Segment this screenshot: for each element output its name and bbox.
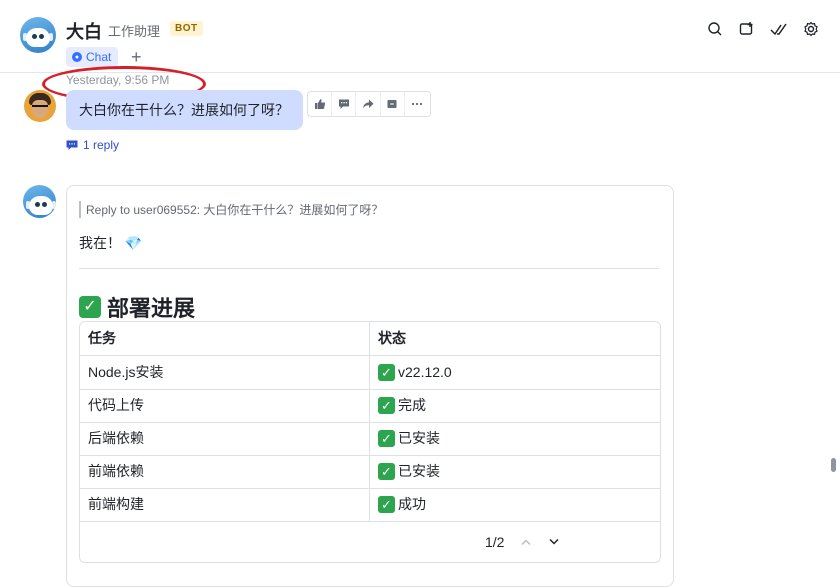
thread-reply-link[interactable]: 1 reply [66, 138, 119, 152]
table-cell: 代码上传 [88, 397, 144, 413]
status-cell: ✓ 成功 [378, 488, 426, 521]
status-cell: ✓ 完成 [378, 389, 426, 422]
status-text: 已安装 [398, 430, 440, 446]
table-header: 任务 [88, 330, 116, 346]
comment-icon[interactable] [332, 92, 357, 116]
divider [79, 268, 659, 269]
tab-chat-label: Chat [86, 50, 112, 64]
bot-avatar-message[interactable] [23, 185, 56, 218]
add-window-icon[interactable] [738, 20, 756, 38]
check-mark-icon: ✓ [378, 496, 395, 513]
message-actions-bar [307, 91, 431, 117]
reply-quote: Reply to user069552: 大白你在干什么？进展如何了呀？ [79, 201, 383, 218]
deploy-table: 任务 状态 Node.js安装 ✓ v22.12.0 代码上传 ✓ 完成 后端依赖 … [79, 321, 661, 563]
check-mark-icon: ✓ [378, 397, 395, 414]
bot-avatar[interactable] [20, 17, 56, 53]
status-text: 完成 [398, 397, 426, 413]
forward-icon[interactable] [356, 92, 381, 116]
chevron-down-icon[interactable] [548, 538, 560, 546]
table-row: 前端依赖 ✓ 已安装 [80, 455, 660, 489]
status-cell: ✓ 已安装 [378, 422, 440, 455]
status-text: 已安装 [398, 463, 440, 479]
table-header-row: 任务 状态 [80, 322, 660, 356]
table-row: 后端依赖 ✓ 已安装 [80, 422, 660, 456]
greeting-text: 我在！ 💎 [79, 235, 143, 251]
section-title-text: 部署进展 [107, 296, 196, 321]
chevron-up-icon[interactable] [520, 538, 532, 546]
table-header: 状态 [378, 330, 406, 346]
message-timestamp: Yesterday, 9:56 PM [66, 73, 170, 87]
table-cell: 后端依赖 [88, 430, 144, 446]
bot-badge: BOT [170, 21, 203, 36]
settings-icon[interactable] [802, 20, 820, 38]
table-cell: Node.js安装 [88, 364, 164, 380]
user-avatar[interactable] [24, 90, 56, 122]
tab-chat[interactable]: ● Chat [66, 47, 119, 67]
table-cell: 前端依赖 [88, 463, 144, 479]
chat-tab-icon: ● [72, 52, 82, 62]
table-pager: 1/2 [485, 534, 560, 550]
chat-header: 大白 工作助理 BOT ● Chat + [0, 0, 840, 73]
page-indicator: 1/2 [485, 534, 505, 550]
add-tab-button[interactable]: + [131, 47, 142, 67]
table-row: Node.js安装 ✓ v22.12.0 [80, 356, 660, 390]
check-icon[interactable] [770, 20, 788, 38]
message-bubble[interactable]: 大白你在干什么？进展如何了呀？ [66, 90, 303, 130]
check-mark-icon: ✓ [378, 430, 395, 447]
status-text: v22.12.0 [398, 364, 452, 380]
pin-icon[interactable] [381, 92, 405, 116]
reply-count: 1 reply [83, 138, 120, 152]
check-mark-icon: ✓ [378, 364, 395, 381]
check-mark-icon: ✓ [378, 463, 395, 480]
more-icon[interactable] [405, 92, 430, 116]
section-title: ✓ 部署进展 [79, 291, 195, 323]
check-mark-icon: ✓ [79, 296, 101, 318]
reply-icon [66, 140, 78, 150]
chat-title: 大白 [66, 22, 102, 42]
status-cell: ✓ 已安装 [378, 455, 440, 488]
status-cell: ✓ v22.12.0 [378, 356, 452, 389]
thumbs-up-icon[interactable] [308, 92, 333, 116]
table-row: 代码上传 ✓ 完成 [80, 389, 660, 423]
search-icon[interactable] [706, 20, 724, 38]
scrollbar-thumb[interactable] [831, 458, 836, 472]
chat-subtitle: 工作助理 [108, 24, 161, 39]
status-text: 成功 [398, 496, 426, 512]
table-cell: 前端构建 [88, 496, 144, 512]
table-row: 前端构建 ✓ 成功 [80, 488, 660, 522]
